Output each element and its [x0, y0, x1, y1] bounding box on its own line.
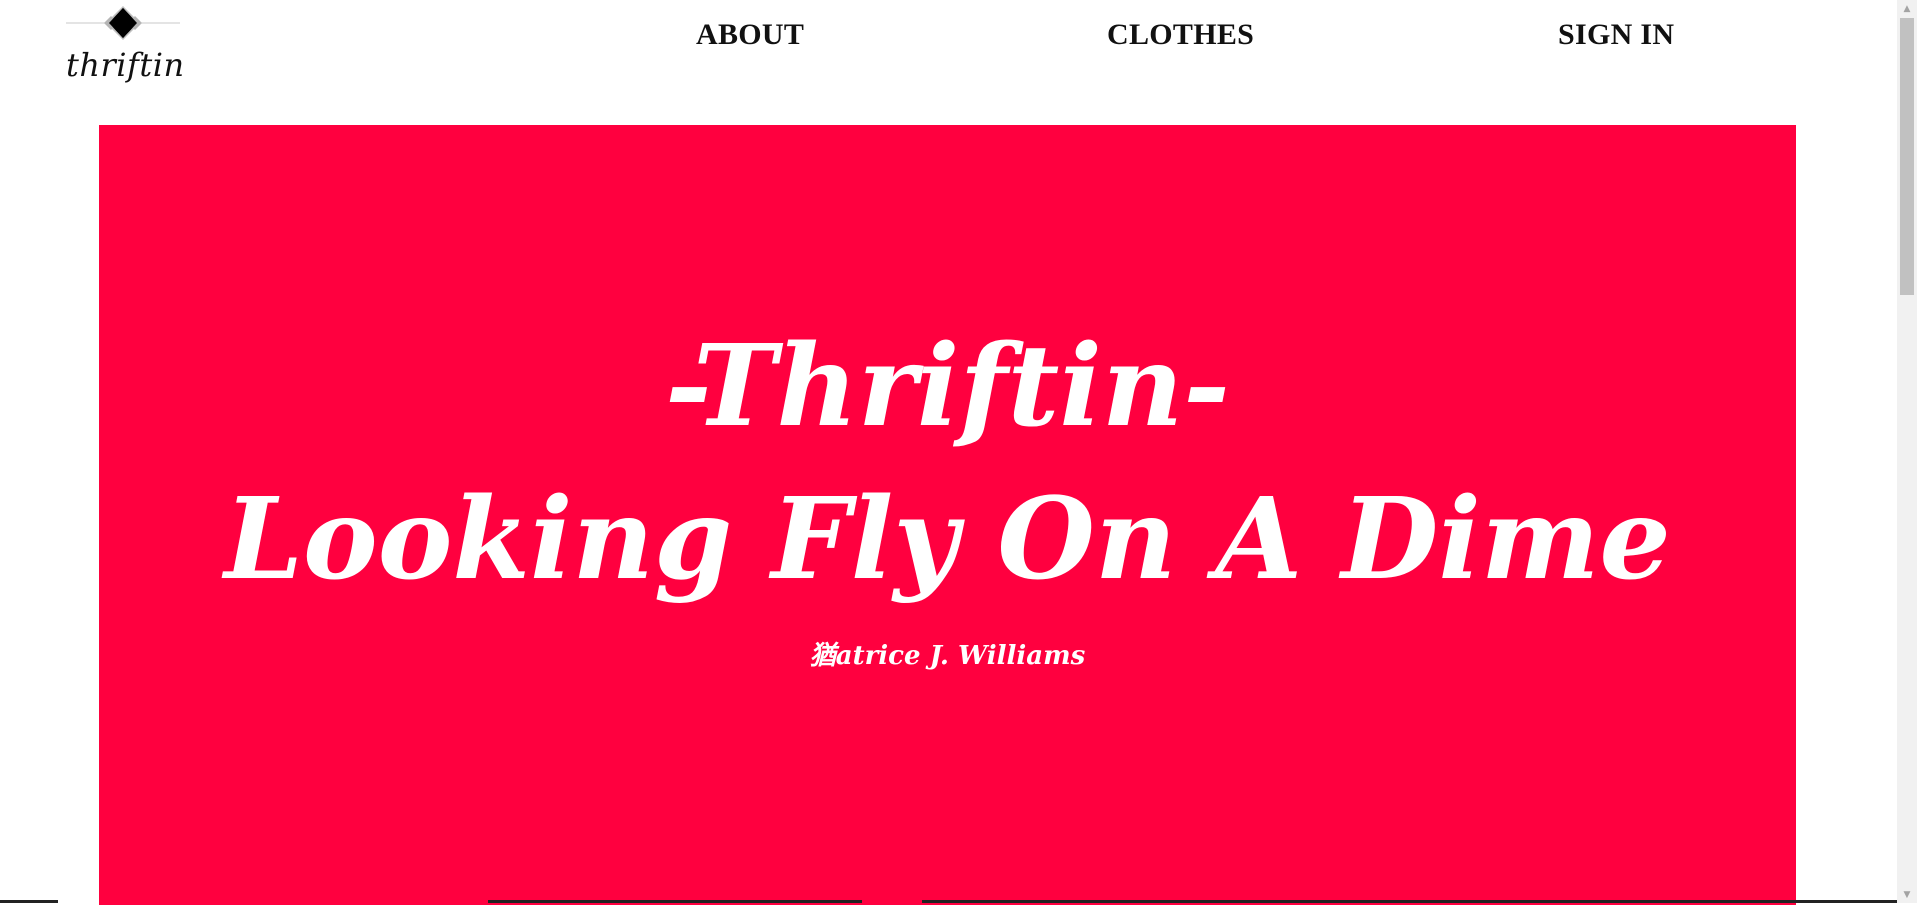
site-logo[interactable]: thriftin	[66, 6, 185, 92]
hero-tagline: Looking Fly On A Dime	[224, 474, 1671, 605]
scroll-thumb[interactable]	[1900, 18, 1914, 295]
hero-banner: -Thriftin- Looking Fly On A Dime 猶atrice…	[99, 125, 1796, 905]
scroll-up-arrow-icon[interactable]: ▲	[1897, 0, 1917, 17]
logo-diamond-icon	[66, 6, 180, 40]
scroll-down-arrow-icon[interactable]: ▼	[1897, 886, 1917, 903]
nav-about-link[interactable]: ABOUT	[696, 18, 804, 52]
logo-wordmark: thriftin	[66, 46, 185, 84]
vertical-scrollbar[interactable]: ▲ ▼	[1897, 0, 1917, 903]
hero-credit: 猶atrice J. Williams	[809, 641, 1086, 671]
hero-brand-title: -Thriftin-	[665, 321, 1230, 452]
nav-sign-in-link[interactable]: SIGN IN	[1558, 18, 1674, 52]
page: thriftin ABOUT CLOTHES SIGN IN -Thriftin…	[0, 0, 1897, 905]
nav-clothes-link[interactable]: CLOTHES	[1107, 18, 1254, 52]
